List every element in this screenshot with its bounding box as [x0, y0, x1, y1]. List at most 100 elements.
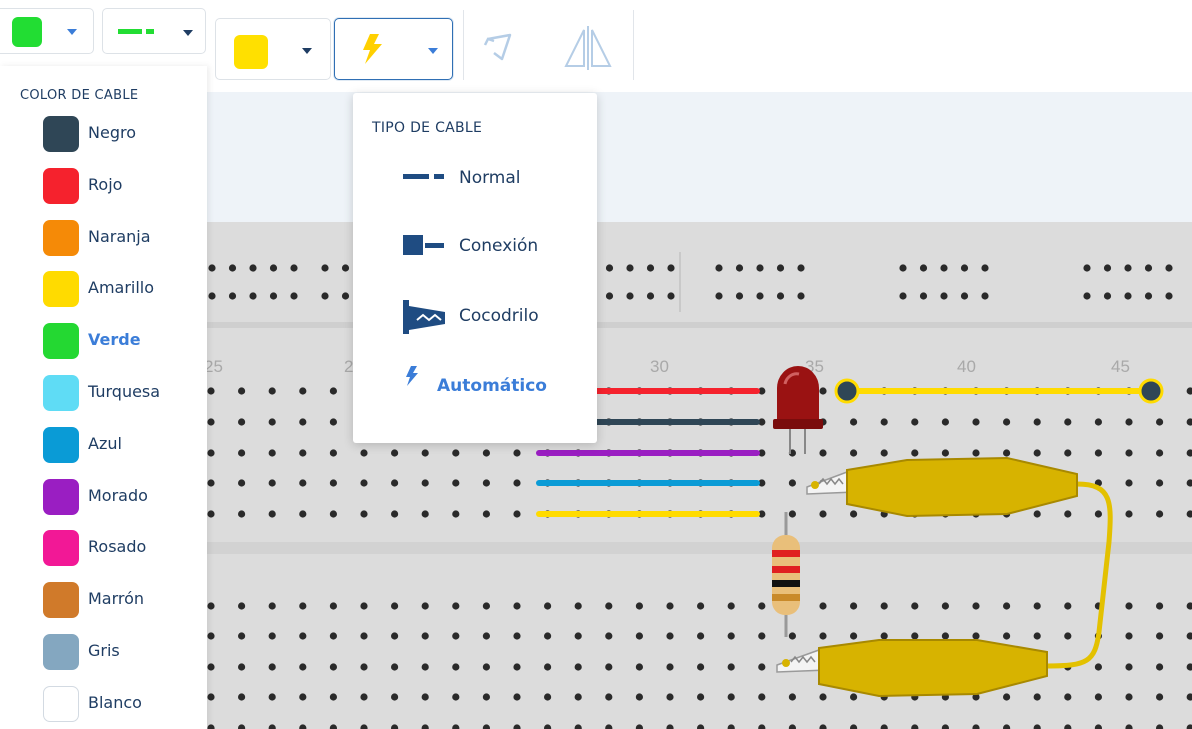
breadboard-hole [207, 632, 215, 640]
color-option-rojo[interactable]: Rojo [40, 166, 200, 206]
alligator-clip-bottom[interactable] [776, 639, 1048, 698]
breadboard-hole [207, 663, 215, 671]
breadboard-hole [605, 602, 613, 610]
breadboard-hole [646, 292, 655, 300]
breadboard-hole [626, 264, 634, 272]
breadboard-hole [605, 693, 613, 701]
breadboard-hole [1186, 602, 1192, 610]
color-swatch [43, 479, 79, 515]
color-option-label: Verde [88, 330, 141, 349]
breadboard-hole [321, 292, 329, 300]
breadboard-hole [574, 632, 582, 640]
breadboard-hole [207, 693, 215, 701]
breadboard-hole [880, 602, 888, 610]
color-option-marrón[interactable]: Marrón [40, 580, 200, 620]
breadboard-hole [605, 632, 613, 640]
breadboard-hole [544, 632, 552, 640]
breadboard-hole [919, 292, 928, 300]
breadboard-hole [899, 292, 907, 300]
breadboard-hole [788, 632, 797, 640]
cable-style-picker-button[interactable] [102, 8, 206, 54]
current-color-swatch [12, 17, 42, 47]
breadboard-hole [715, 264, 723, 272]
breadboard-hole [972, 449, 980, 457]
breadboard-hole [758, 724, 766, 729]
cable-type-button[interactable] [334, 18, 453, 80]
cable-type-connection[interactable]: Conexión [353, 224, 597, 270]
breadboard-hole [1003, 602, 1011, 610]
resistor[interactable] [772, 512, 800, 637]
breadboard-hole [391, 693, 399, 701]
breadboard-hole [819, 449, 827, 457]
breadboard-hole [1156, 632, 1164, 640]
breadboard-hole [299, 387, 307, 395]
color-picker-button[interactable] [0, 8, 94, 54]
breadboard-hole [421, 724, 429, 729]
breadboard-hole [1103, 292, 1112, 300]
color-option-azul[interactable]: Azul [40, 425, 200, 465]
breadboard-hole [249, 264, 257, 272]
breadboard-hole [911, 418, 919, 426]
cable-type-normal[interactable]: Normal [353, 156, 597, 202]
breadboard-hole [788, 510, 797, 518]
color-option-rosado[interactable]: Rosado [40, 528, 200, 568]
color-swatch [43, 686, 79, 722]
breadboard-hole [972, 724, 980, 729]
color-option-gris[interactable]: Gris [40, 632, 200, 672]
breadboard-hole [299, 510, 307, 518]
breadboard-hole [735, 292, 744, 300]
breadboard-hole [1064, 449, 1072, 457]
breadboard-hole [238, 387, 246, 395]
flip-icon[interactable] [562, 26, 614, 70]
cable-type-label: Normal [459, 168, 521, 188]
breadboard-hole [452, 479, 460, 487]
breadboard-hole [981, 292, 989, 300]
cable-type-automatic[interactable]: Automático [353, 364, 597, 410]
breadboard-hole [635, 724, 643, 729]
breadboard-hole [880, 449, 888, 457]
color-option-naranja[interactable]: Naranja [40, 218, 200, 258]
breadboard-hole [972, 418, 980, 426]
color-option-amarillo[interactable]: Amarillo [40, 269, 200, 309]
color-option-turquesa[interactable]: Turquesa [40, 373, 200, 413]
breadboard-hole [360, 479, 368, 487]
breadboard-hole [329, 602, 337, 610]
breadboard-hole [574, 602, 582, 610]
alligator-clip-icon [403, 300, 445, 334]
wire-end-connector [834, 378, 860, 404]
led[interactable] [773, 366, 823, 454]
color-swatch [43, 116, 79, 152]
breadboard-hole [697, 602, 705, 610]
breadboard-hole [1125, 632, 1133, 640]
breadboard-hole [1033, 418, 1041, 426]
breadboard-hole [513, 663, 521, 671]
color-option-blanco[interactable]: Blanco [40, 684, 200, 724]
breadboard-hole [1186, 387, 1192, 395]
alligator-clip-top[interactable] [806, 456, 1078, 518]
breadboard-hole [1156, 418, 1164, 426]
wire-color-button[interactable] [215, 18, 331, 80]
breadboard-hole [329, 632, 337, 640]
breadboard-hole [1165, 264, 1173, 272]
breadboard-hole [727, 663, 735, 671]
breadboard-hole [482, 510, 490, 518]
breadboard-hole [1156, 510, 1164, 518]
breadboard-hole [941, 449, 950, 457]
rotate-icon[interactable] [480, 29, 520, 69]
breadboard-hole [972, 632, 980, 640]
breadboard-hole [391, 510, 399, 518]
breadboard-hole [940, 292, 948, 300]
breadboard-hole [1033, 724, 1041, 729]
wire-end-connector [1138, 378, 1164, 404]
color-option-verde[interactable]: Verde [40, 321, 200, 361]
lightning-icon [406, 366, 418, 386]
cable-type-alligator[interactable]: Cocodrilo [353, 294, 597, 340]
color-option-morado[interactable]: Morado [40, 477, 200, 517]
breadboard-hole [1083, 264, 1091, 272]
breadboard-hole [972, 602, 980, 610]
breadboard-hole [1125, 449, 1133, 457]
color-option-label: Naranja [88, 227, 151, 246]
color-option-negro[interactable]: Negro [40, 114, 200, 154]
breadboard-hole [513, 693, 521, 701]
breadboard-hole [268, 693, 276, 701]
